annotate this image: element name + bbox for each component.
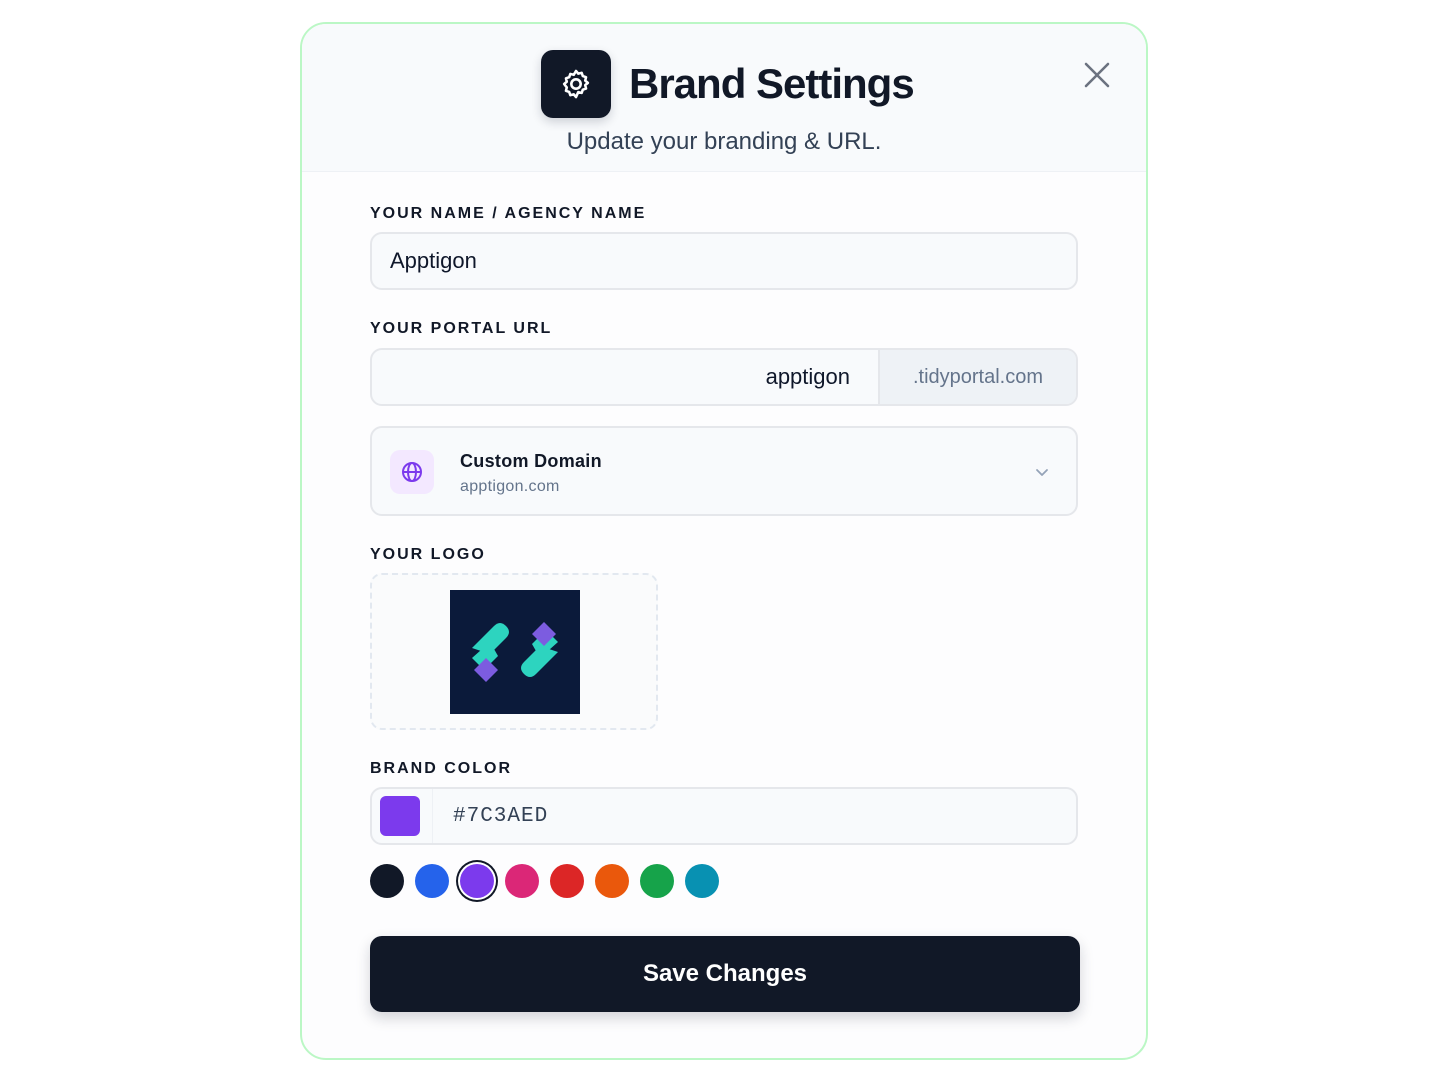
- brand-settings-modal: Brand Settings Update your branding & UR…: [300, 22, 1148, 1060]
- color-swatch[interactable]: [640, 864, 674, 898]
- page-title: Brand Settings: [629, 60, 915, 107]
- logo-label: YOUR LOGO: [370, 546, 486, 563]
- color-swatch[interactable]: [370, 864, 404, 898]
- name-field-label: YOUR NAME / AGENCY NAME: [370, 205, 647, 222]
- agency-name-input[interactable]: [372, 234, 1076, 288]
- brand-color-input[interactable]: [432, 789, 1076, 843]
- brand-color-label: BRAND COLOR: [370, 760, 512, 777]
- current-color-swatch[interactable]: [380, 796, 420, 836]
- portal-url-field: .tidyportal.com: [370, 348, 1078, 406]
- agency-name-field: [370, 232, 1078, 290]
- color-swatch[interactable]: [550, 864, 584, 898]
- color-swatch[interactable]: [685, 864, 719, 898]
- custom-domain-title: Custom Domain: [460, 451, 602, 471]
- color-swatch[interactable]: [505, 864, 539, 898]
- page-subtitle: Update your branding & URL.: [566, 128, 882, 155]
- globe-icon: [390, 450, 434, 494]
- modal-header: Brand Settings Update your branding & UR…: [302, 24, 1146, 172]
- custom-domain-toggle[interactable]: Custom Domain apptigon.com: [370, 426, 1078, 516]
- custom-domain-value: apptigon.com: [460, 478, 560, 495]
- close-icon[interactable]: [1082, 60, 1112, 90]
- gear-icon: [541, 50, 611, 118]
- logo-image: [450, 590, 580, 714]
- portal-url-label: YOUR PORTAL URL: [370, 320, 553, 337]
- save-button[interactable]: Save Changes: [370, 936, 1080, 1012]
- portal-url-suffix: .tidyportal.com: [878, 350, 1076, 404]
- brand-color-field: [370, 787, 1078, 845]
- chevron-down-icon: [1034, 464, 1050, 480]
- color-swatch[interactable]: [415, 864, 449, 898]
- color-swatch[interactable]: [595, 864, 629, 898]
- color-swatch[interactable]: [460, 864, 494, 898]
- portal-url-input[interactable]: [372, 350, 878, 404]
- logo-upload-area[interactable]: [370, 573, 658, 730]
